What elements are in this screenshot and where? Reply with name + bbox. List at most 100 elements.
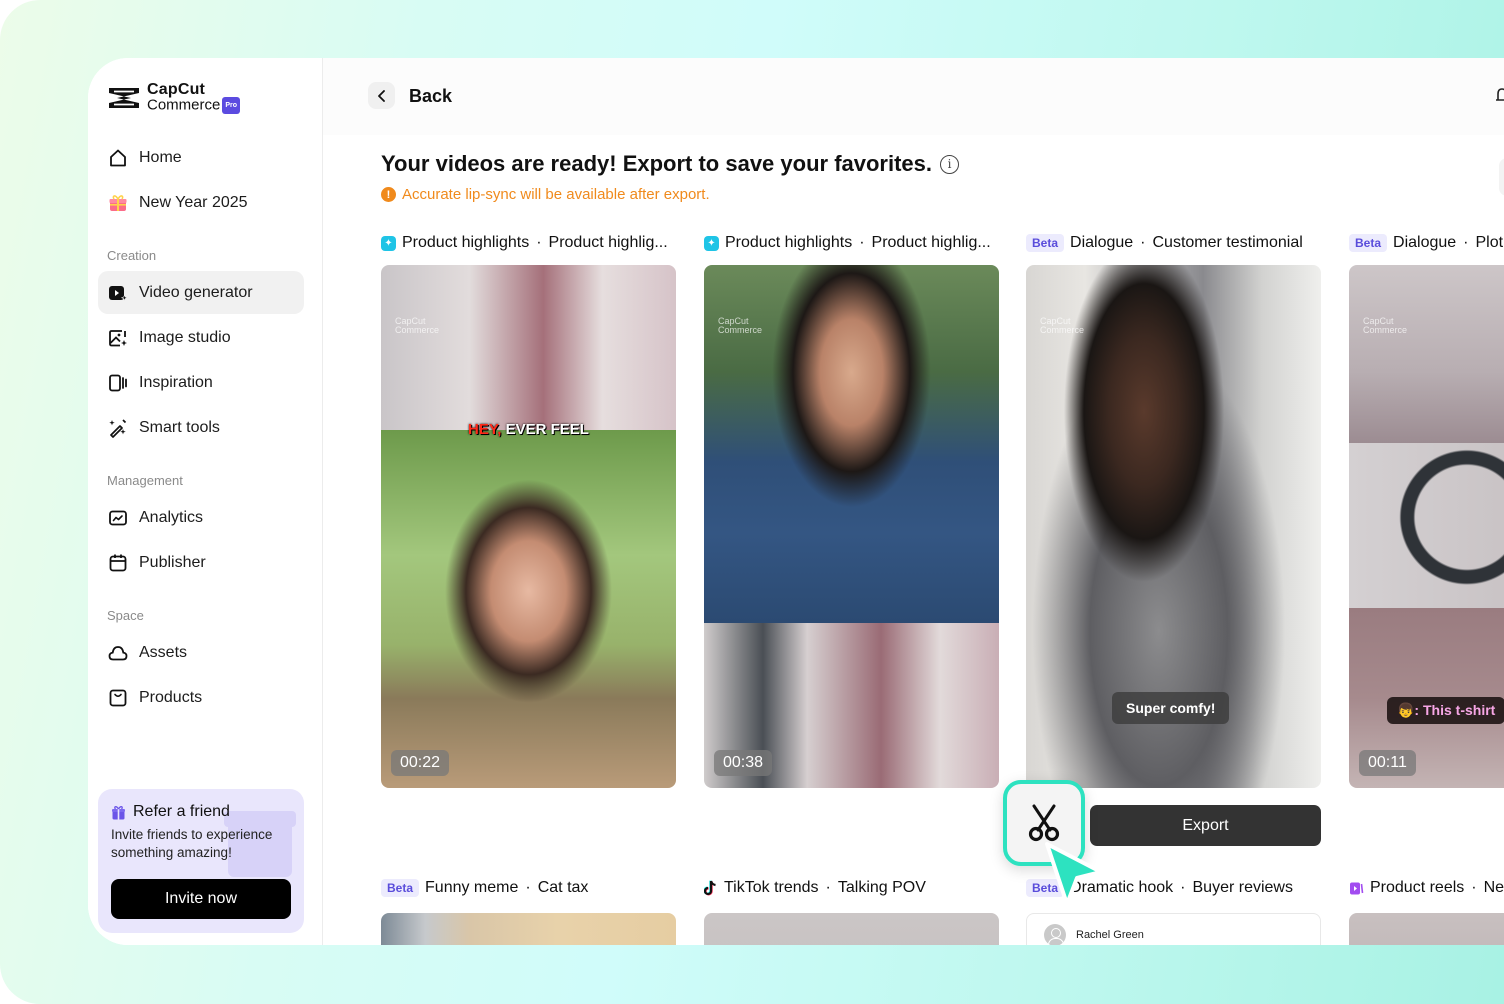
video-card-title: Beta Dialogue · Plot t — [1349, 233, 1504, 253]
video-name: Customer testimonial — [1152, 234, 1303, 251]
app-window: CapCut Commerce Pro Home New Year 2025 Cr… — [88, 58, 1504, 945]
sidebar-item-analytics[interactable]: Analytics — [98, 496, 304, 539]
video-card[interactable]: Beta Dialogue · Plot t CapCutCommerce 👦: T… — [1349, 233, 1504, 788]
brand-logo[interactable]: CapCut Commerce Pro — [107, 82, 241, 114]
product-reels-icon — [1350, 882, 1364, 894]
invite-now-button[interactable]: Invite now — [111, 879, 291, 919]
separator: · — [536, 234, 542, 251]
video-caption: 👦: This t-shirt — [1387, 697, 1504, 724]
back-button[interactable] — [368, 82, 395, 109]
sidebar-item-inspiration[interactable]: Inspiration — [98, 361, 304, 404]
magic-wand-icon — [108, 418, 128, 438]
top-bar: Back — [323, 58, 1504, 135]
gift-icon — [112, 805, 125, 819]
page-title: Your videos are ready! Export to save yo… — [381, 151, 960, 177]
sidebar-item-smart-tools[interactable]: Smart tools — [98, 406, 304, 449]
sidebar-item-label: Image studio — [139, 328, 231, 346]
inspiration-icon — [108, 373, 128, 393]
video-card-title: ✦ Product highlights · Product highlig... — [704, 233, 1000, 253]
partial-button[interactable] — [1499, 158, 1504, 196]
video-category: Product reels — [1370, 879, 1465, 896]
duration-badge: 00:11 — [1359, 750, 1416, 776]
back-label[interactable]: Back — [409, 86, 452, 107]
video-category: Product highlights — [402, 234, 530, 251]
video-name: Buyer reviews — [1192, 879, 1293, 896]
video-name: Product highlig... — [871, 234, 991, 251]
video-name: New — [1483, 879, 1504, 896]
watermark: CapCut Commerce — [395, 316, 440, 335]
mouse-cursor-icon — [1045, 842, 1103, 906]
sidebar-item-products[interactable]: Products — [98, 676, 304, 719]
analytics-icon — [108, 508, 128, 528]
video-card-hovered[interactable]: Beta Dialogue · Customer testimonial CapCu… — [1026, 233, 1322, 788]
refer-description: Invite friends to experience something a… — [111, 827, 273, 860]
warning-text: Accurate lip-sync will be available afte… — [402, 186, 710, 203]
refer-title: Refer a friend — [133, 803, 230, 820]
video-category: Funny meme — [425, 879, 519, 896]
sidebar-item-publisher[interactable]: Publisher — [98, 541, 304, 584]
video-caption: HEY, EVER FEEL — [468, 421, 589, 438]
video-category: Dialogue — [1393, 234, 1457, 251]
cloud-icon — [108, 643, 128, 663]
video-thumbnail[interactable] — [1349, 913, 1504, 945]
sidebar-item-image-studio[interactable]: Image studio — [98, 316, 304, 359]
video-category: Dialogue — [1070, 234, 1134, 251]
video-name: Plot t — [1475, 234, 1504, 251]
sidebar-item-video-generator[interactable]: Video generator — [98, 271, 304, 314]
sidebar-item-new-year[interactable]: New Year 2025 — [98, 181, 304, 224]
sidebar-item-home[interactable]: Home — [98, 136, 304, 179]
beta-badge: Beta — [381, 879, 420, 897]
sidebar: CapCut Commerce Pro Home New Year 2025 Cr… — [88, 58, 323, 945]
avatar — [1044, 924, 1066, 945]
separator: · — [1463, 234, 1469, 251]
home-icon — [108, 148, 128, 168]
sidebar-item-assets[interactable]: Assets — [98, 631, 304, 674]
video-card-title: TikTok trends · Talking POV — [704, 878, 1000, 898]
duration-badge: 00:38 — [714, 750, 773, 776]
export-button[interactable]: Export — [1090, 805, 1321, 846]
sidebar-item-label: Assets — [139, 643, 188, 661]
bag-icon — [108, 688, 128, 708]
separator: · — [859, 234, 865, 251]
video-card[interactable]: TikTok trends · Talking POV — [704, 878, 1000, 945]
video-card[interactable]: ✦ Product highlights · Product highlig... … — [381, 233, 677, 788]
video-card[interactable]: Beta Funny meme · Cat tax — [381, 878, 677, 945]
pro-badge: Pro — [222, 97, 241, 114]
video-card-title: Beta Dialogue · Customer testimonial — [1026, 233, 1322, 253]
sidebar-item-label: New Year 2025 — [139, 193, 248, 211]
video-card[interactable]: ✦ Product highlights · Product highlig... … — [704, 233, 1000, 788]
separator: · — [825, 879, 831, 896]
video-thumbnail[interactable] — [381, 913, 676, 945]
section-label-creation: Creation — [107, 248, 157, 263]
separator: · — [1180, 879, 1186, 896]
background-frame: CapCut Commerce Pro Home New Year 2025 Cr… — [0, 0, 1504, 1004]
video-thumbnail[interactable] — [704, 913, 999, 945]
video-name: Talking POV — [837, 879, 926, 896]
bell-icon[interactable] — [1495, 86, 1504, 104]
sidebar-item-label: Inspiration — [139, 373, 213, 391]
video-thumbnail[interactable]: CapCut Commerce HEY, EVER FEEL 00:22 — [381, 265, 676, 788]
section-label-management: Management — [107, 473, 183, 488]
watermark: CapCut Commerce — [718, 316, 763, 335]
video-thumbnail[interactable]: CapCut Commerce 00:38 — [704, 265, 999, 788]
chevron-left-icon — [377, 89, 385, 102]
video-card-title: ✦ Product highlights · Product highlig... — [381, 233, 677, 253]
beta-badge: Beta — [1026, 234, 1065, 252]
sidebar-item-label: Smart tools — [139, 418, 220, 436]
separator: · — [525, 879, 531, 896]
sidebar-item-label: Products — [139, 688, 203, 706]
video-thumbnail[interactable]: CapCut Commerce 👦: This t-shirt 00:11 — [1349, 265, 1504, 788]
info-icon[interactable]: i — [940, 154, 960, 174]
sparkle-icon: ✦ — [704, 235, 719, 251]
sparkle-icon: ✦ — [381, 235, 396, 251]
sidebar-item-label: Analytics — [139, 508, 204, 526]
capcut-logo-icon — [109, 88, 139, 108]
video-thumbnail[interactable]: CapCut Commerce Super comfy! — [1026, 265, 1321, 788]
reviewer-name: Rachel Green — [1076, 929, 1144, 941]
gift-icon — [108, 193, 128, 213]
video-card[interactable]: Product reels · New — [1349, 878, 1504, 945]
sidebar-item-label: Video generator — [139, 283, 253, 301]
beta-badge: Beta — [1349, 234, 1388, 252]
video-card-title: Beta Funny meme · Cat tax — [381, 878, 677, 898]
reviewer: Rachel Green — [1044, 924, 1144, 945]
